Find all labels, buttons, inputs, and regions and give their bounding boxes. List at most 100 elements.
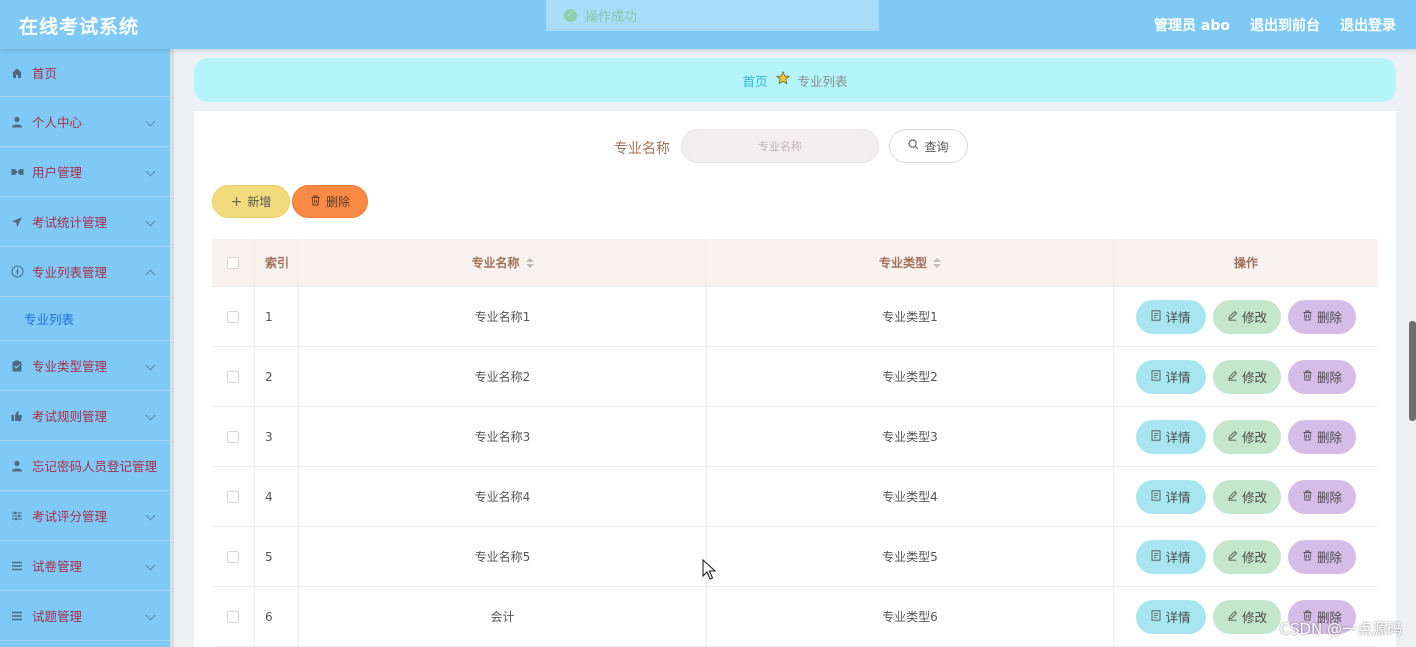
add-button-label: 新增 — [247, 195, 272, 209]
row-major-type: 专业类型5 — [707, 527, 1114, 586]
delete-button[interactable]: 删除 — [1288, 479, 1356, 514]
menu-icon — [10, 609, 24, 623]
document-icon — [1151, 369, 1161, 384]
search-button[interactable]: 查询 — [889, 129, 968, 163]
edit-button[interactable]: 修改 — [1213, 359, 1281, 394]
document-icon — [1151, 609, 1161, 624]
breadcrumb-home[interactable]: 首页 — [742, 71, 767, 90]
detail-button[interactable]: 详情 — [1136, 599, 1206, 634]
page-scrollbar[interactable] — [1409, 321, 1416, 421]
row-major-name: 会计 — [299, 587, 707, 646]
delete-button[interactable]: 删除 — [1288, 299, 1356, 334]
delete-button-label: 删除 — [1316, 550, 1342, 565]
row-index: 2 — [255, 347, 299, 406]
delete-button[interactable]: 删除 — [1288, 539, 1356, 574]
edit-button[interactable]: 修改 — [1213, 599, 1281, 634]
sidebar-item-exam-stats[interactable]: 考试统计管理 — [0, 197, 170, 247]
search-label: 专业名称 — [614, 141, 670, 157]
document-icon — [1151, 549, 1161, 564]
pencil-icon — [1227, 370, 1238, 384]
bulk-delete-button[interactable]: 删除 — [292, 185, 368, 218]
sort-icon[interactable] — [525, 257, 534, 268]
edit-button-label: 修改 — [1241, 490, 1267, 505]
table-row: 3 专业名称3 专业类型3 详情 修改 删除 — [212, 407, 1378, 467]
chevron-down-icon — [145, 360, 156, 370]
detail-button[interactable]: 详情 — [1136, 419, 1206, 454]
app-title: 在线考试系统 — [19, 16, 140, 38]
chevron-down-icon — [145, 560, 156, 570]
row-select-cell[interactable] — [212, 287, 255, 346]
header-major-name[interactable]: 专业名称 — [299, 239, 707, 286]
major-name-search-input[interactable] — [681, 129, 879, 163]
detail-button[interactable]: 详情 — [1136, 299, 1206, 334]
exit-to-front-link[interactable]: 退出到前台 — [1250, 15, 1320, 35]
sidebar-item-exam-rules[interactable]: 考试规则管理 — [0, 391, 170, 441]
users-icon — [10, 165, 24, 179]
edit-button[interactable]: 修改 — [1213, 479, 1281, 514]
sidebar-item-exam-scoring[interactable]: 考试评分管理 — [0, 491, 170, 541]
detail-button-label: 详情 — [1165, 610, 1191, 625]
row-select-cell[interactable] — [212, 407, 255, 466]
admin-name[interactable]: 管理员 abo — [1154, 15, 1230, 35]
table-row: 2 专业名称2 专业类型2 详情 修改 删除 — [212, 347, 1378, 407]
sidebar-item-question-management[interactable]: 试题管理 — [0, 591, 170, 641]
row-index: 4 — [255, 467, 299, 526]
row-operations: 详情 修改 删除 — [1114, 287, 1378, 346]
delete-button[interactable]: 删除 — [1288, 419, 1356, 454]
send-icon — [10, 215, 24, 229]
row-checkbox[interactable] — [227, 610, 239, 623]
row-checkbox[interactable] — [227, 550, 239, 563]
header-major-type[interactable]: 专业类型 — [707, 239, 1114, 286]
pencil-icon — [1227, 430, 1238, 444]
delete-button[interactable]: 删除 — [1288, 359, 1356, 394]
person-icon — [10, 459, 24, 473]
pencil-icon — [1227, 550, 1238, 564]
row-major-name: 专业名称4 — [299, 467, 707, 526]
row-operations: 详情 修改 删除 — [1114, 467, 1378, 526]
row-major-type: 专业类型1 — [707, 287, 1114, 346]
pencil-icon — [1227, 310, 1238, 324]
edit-button[interactable]: 修改 — [1213, 539, 1281, 574]
select-all-checkbox[interactable] — [227, 256, 239, 269]
breadcrumb: 首页 专业列表 — [194, 58, 1396, 102]
edit-button-label: 修改 — [1241, 550, 1267, 565]
logout-link[interactable]: 退出登录 — [1340, 15, 1396, 35]
user-icon — [10, 115, 24, 129]
row-select-cell[interactable] — [212, 467, 255, 526]
sidebar-item-paper-management[interactable]: 试卷管理 — [0, 541, 170, 591]
edit-button[interactable]: 修改 — [1213, 419, 1281, 454]
row-checkbox[interactable] — [227, 310, 239, 323]
detail-button-label: 详情 — [1165, 430, 1191, 445]
sidebar-item-major-list-management[interactable]: 专业列表管理 — [0, 247, 170, 297]
detail-button[interactable]: 详情 — [1136, 359, 1206, 394]
row-select-cell[interactable] — [212, 587, 255, 646]
sidebar-item-forgot-password-registry[interactable]: 忘记密码人员登记管理 — [0, 441, 170, 491]
add-button[interactable]: + 新增 — [212, 185, 290, 218]
chevron-down-icon — [145, 510, 156, 520]
detail-button[interactable]: 详情 — [1136, 479, 1206, 514]
sort-icon[interactable] — [933, 257, 941, 268]
row-select-cell[interactable] — [212, 527, 255, 586]
edit-button-label: 修改 — [1241, 310, 1267, 325]
sidebar-item-personal-center[interactable]: 个人中心 — [0, 97, 170, 147]
chevron-down-icon — [145, 116, 156, 126]
sidebar-subitem-major-list[interactable]: 专业列表 — [0, 297, 170, 341]
row-select-cell[interactable] — [212, 347, 255, 406]
row-checkbox[interactable] — [227, 490, 239, 503]
trash-icon — [1302, 490, 1313, 504]
check-circle-icon: ✓ — [564, 9, 577, 22]
table-row: 5 专业名称5 专业类型5 详情 修改 删除 — [212, 527, 1378, 587]
edit-button[interactable]: 修改 — [1213, 299, 1281, 334]
row-checkbox[interactable] — [227, 370, 239, 383]
home-icon — [10, 66, 24, 80]
mouse-cursor-icon — [702, 559, 717, 580]
row-checkbox[interactable] — [227, 430, 239, 443]
sidebar-item-user-management[interactable]: 用户管理 — [0, 147, 170, 197]
row-major-name: 专业名称2 — [299, 347, 707, 406]
detail-button[interactable]: 详情 — [1136, 539, 1206, 574]
header-select-all[interactable] — [212, 239, 255, 286]
sidebar-item-home[interactable]: 首页 — [0, 49, 170, 97]
sidebar-item-label: 专业列表管理 — [32, 265, 108, 280]
row-operations: 详情 修改 删除 — [1114, 407, 1378, 466]
sidebar-item-major-type-management[interactable]: 专业类型管理 — [0, 341, 170, 391]
